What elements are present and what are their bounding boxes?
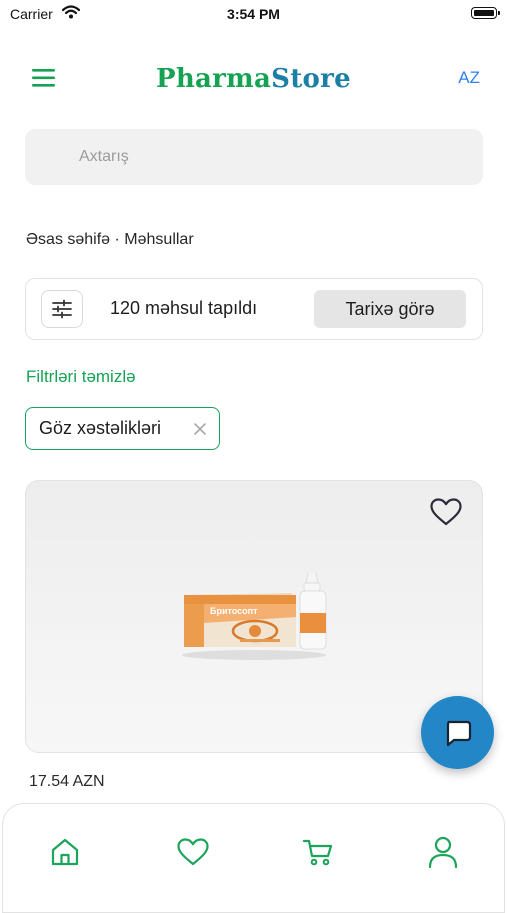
filter-chip-label: Göz xəstəlikləri xyxy=(39,418,162,438)
nav-cart-button[interactable] xyxy=(298,832,338,872)
heart-icon xyxy=(177,838,209,866)
brand-part-2: Store xyxy=(271,64,352,94)
status-time: 3:54 PM xyxy=(227,6,280,22)
sliders-icon xyxy=(52,299,72,319)
breadcrumb-home[interactable]: Əsas səhifə xyxy=(26,231,110,248)
breadcrumb-separator: · xyxy=(110,231,125,248)
filter-chip: Göz xəstəlikləri xyxy=(25,407,220,450)
breadcrumb-current: Məhsullar xyxy=(124,231,194,248)
chat-button[interactable] xyxy=(421,696,494,769)
user-icon xyxy=(428,836,458,868)
chat-bubble-icon xyxy=(446,720,471,746)
status-bar: Carrier 3:54 PM xyxy=(0,0,507,28)
sort-button[interactable]: Tarixə görə xyxy=(314,290,466,328)
battery-icon xyxy=(471,7,500,19)
nav-favorites-button[interactable] xyxy=(173,832,213,872)
brand-logo: PharmaStore xyxy=(0,64,507,94)
result-count: 120 məhsul tapıldı xyxy=(110,298,258,318)
filter-bar: 120 məhsul tapıldı Tarixə görə xyxy=(25,278,483,340)
breadcrumb: Əsas səhifə · Məhsullar xyxy=(26,231,194,249)
favorite-heart-icon[interactable] xyxy=(430,498,462,531)
close-icon[interactable] xyxy=(193,422,207,436)
filter-button[interactable] xyxy=(41,290,83,328)
home-icon xyxy=(51,838,79,866)
bottom-navigation xyxy=(2,803,505,913)
language-selector[interactable]: AZ xyxy=(458,68,480,88)
product-image-label: Бритосопт xyxy=(210,606,258,616)
nav-home-button[interactable] xyxy=(45,832,85,872)
product-price: 17.54 AZN xyxy=(29,773,105,790)
nav-profile-button[interactable] xyxy=(423,832,463,872)
product-image: Бритосопт xyxy=(182,572,330,663)
product-card[interactable]: Бритосопт xyxy=(25,480,483,753)
brand-part-1: Pharma xyxy=(155,64,272,94)
clear-filters-link[interactable]: Filtrləri təmizlə xyxy=(26,367,136,387)
search-input[interactable] xyxy=(25,129,483,185)
cart-icon xyxy=(302,839,333,866)
